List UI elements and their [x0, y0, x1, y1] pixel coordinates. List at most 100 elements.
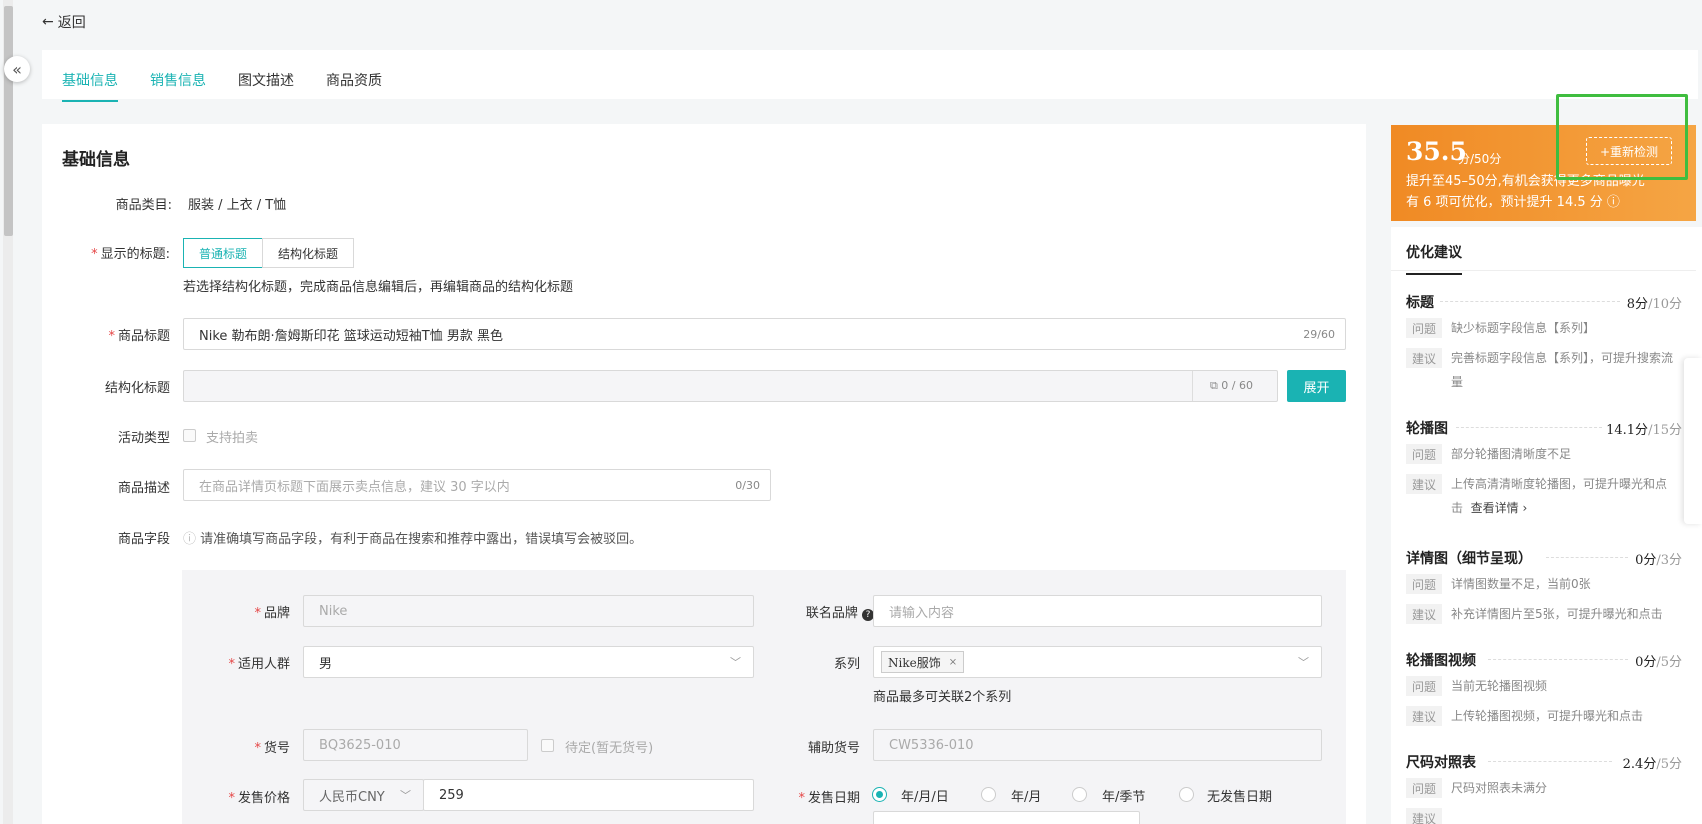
suggestion-advice-detail-images: 补充详情图片至5张，可提升曝光和点击	[1451, 607, 1663, 621]
series-label: 系列	[833, 657, 860, 672]
sku-label: * 货号	[254, 741, 290, 756]
issue-badge: 问题	[1406, 444, 1442, 464]
release-option-season: 年/季节	[1102, 790, 1146, 805]
advice-badge: 建议	[1406, 474, 1442, 494]
suggestion-score-title: 8分/10分	[1626, 297, 1682, 312]
auction-checkbox[interactable]	[183, 429, 196, 442]
tab-bar: 基础信息 销售信息 图文描述 商品资质	[42, 50, 1698, 102]
description-counter: 0/30	[735, 478, 760, 492]
tab-optimization[interactable]: 优化建议	[1406, 242, 1462, 275]
release-option-none: 无发售日期	[1207, 790, 1273, 805]
suggestion-title-title: 标题	[1406, 295, 1434, 311]
sku-pending-checkbox[interactable]	[541, 739, 554, 752]
structured-title-input: ⧉ 0 / 60	[183, 370, 1278, 402]
suggestion-title-detail-images: 详情图（细节呈现）	[1406, 551, 1532, 567]
suggestion-issue-carousel: 部分轮播图清晰度不足	[1451, 447, 1572, 461]
side-flyout-panel[interactable]	[1684, 358, 1702, 524]
auction-option-label: 支持拍卖	[206, 431, 259, 446]
description-placeholder: 在商品详情页标题下面展示卖点信息，建议 30 字以内	[199, 479, 510, 495]
tab-sales-info[interactable]: 销售信息	[150, 70, 206, 90]
section-title: 基础信息	[62, 150, 130, 170]
release-option-ymd: 年/月/日	[901, 790, 949, 805]
release-option-ym: 年/月	[1011, 790, 1042, 805]
suggestion-issue-video: 当前无轮播图视频	[1451, 679, 1548, 693]
info-icon: ⓘ	[183, 532, 201, 547]
divider	[1488, 659, 1628, 660]
suggestion-issue-size-chart: 尺码对照表未满分	[1451, 781, 1548, 795]
expand-button[interactable]: 展开	[1287, 370, 1346, 402]
normal-title-option[interactable]: 普通标题	[183, 238, 263, 268]
back-label: 返回	[57, 15, 86, 31]
series-tag[interactable]: Nike服饰 ×	[881, 651, 965, 673]
suggestion-title-video: 轮播图视频	[1406, 653, 1476, 669]
suggestion-title-carousel: 轮播图	[1406, 421, 1448, 437]
chevron-down-icon: ﹀	[730, 656, 741, 669]
advice-badge: 建议	[1406, 604, 1442, 624]
description-input[interactable]: 在商品详情页标题下面展示卖点信息，建议 30 字以内 0/30	[183, 469, 771, 501]
issue-badge: 问题	[1406, 778, 1442, 798]
description-label: 商品描述	[117, 481, 170, 496]
co-brand-input[interactable]: 请输入内容	[873, 595, 1322, 627]
aux-sku-value: CW5336-010	[889, 737, 974, 753]
fields-notice: ⓘ 请准确填写商品字段，有利于商品在搜索和推荐中露出，错误填写会被驳回。	[183, 532, 643, 547]
help-icon[interactable]: ⓘ	[1607, 195, 1620, 210]
co-brand-placeholder: 请输入内容	[889, 605, 955, 621]
brand-value: Nike	[319, 603, 348, 619]
divider	[1391, 270, 1696, 271]
score-unit: 分/50分	[1458, 152, 1502, 166]
collapse-sidebar-button[interactable]: «	[4, 56, 30, 82]
currency-value: 人民币CNY	[319, 789, 385, 805]
issue-badge: 问题	[1406, 676, 1442, 696]
category-label: 商品类目:	[115, 198, 172, 213]
price-input[interactable]: 259	[423, 779, 754, 811]
audience-select[interactable]: 男 ﹀	[303, 646, 754, 678]
back-link[interactable]: ← 返回	[42, 12, 86, 32]
structured-title-option[interactable]: 结构化标题	[262, 238, 354, 268]
product-title-label: * 商品标题	[108, 329, 170, 344]
fields-label: 商品字段	[117, 532, 170, 547]
sku-input: BQ3625-010	[303, 729, 528, 761]
series-select[interactable]: Nike服饰 × ﹀	[873, 646, 1322, 678]
product-title-input[interactable]: Nike 勒布朗·詹姆斯印花 篮球运动短袖T恤 男款 黑色 29/60	[183, 318, 1346, 350]
close-icon[interactable]: ×	[949, 657, 957, 668]
view-details-link[interactable]: 查看详情 ›	[1471, 501, 1528, 515]
audience-label: * 适用人群	[228, 657, 290, 672]
tab-rich-description[interactable]: 图文描述	[238, 70, 294, 90]
suggestion-title-size-chart: 尺码对照表	[1406, 755, 1476, 771]
suggestion-advice-video: 上传轮播图视频，可提升曝光和点击	[1451, 709, 1644, 723]
structured-title-label: 结构化标题	[104, 381, 170, 396]
issue-badge: 问题	[1406, 574, 1442, 594]
tab-basic-info[interactable]: 基础信息	[62, 70, 118, 102]
suggestion-score-size-chart: 2.4分/5分	[1622, 757, 1682, 772]
series-hint: 商品最多可关联2个系列	[873, 690, 1012, 705]
category-value: 服装 / 上衣 / T恤	[188, 198, 287, 213]
divider	[1488, 761, 1612, 762]
release-radio-none[interactable]	[1179, 787, 1194, 802]
advice-badge: 建议	[1406, 706, 1442, 726]
scrollbar-thumb[interactable]	[4, 6, 13, 236]
suggestion-issue-title: 缺少标题字段信息【系列】	[1451, 321, 1596, 335]
release-date-picker[interactable]	[873, 811, 1140, 824]
chevron-right-icon: ›	[1522, 501, 1528, 515]
product-title-counter: 29/60	[1303, 327, 1335, 341]
co-brand-label: 联名品牌 ?	[760, 602, 874, 621]
advice-badge: 建议	[1406, 808, 1442, 824]
brand-label: * 品牌	[254, 606, 290, 621]
release-radio-season[interactable]	[1072, 787, 1087, 802]
brand-input: Nike	[303, 595, 754, 627]
structured-title-counter: ⧉ 0 / 60	[1209, 379, 1253, 392]
divider	[1546, 557, 1628, 558]
suggestion-advice-carousel: 上传高清清晰度轮播图，可提升曝光和点击 查看详情 ›	[1451, 477, 1668, 515]
arrow-left-icon: ←	[42, 14, 54, 30]
copy-icon: ⧉	[1209, 379, 1222, 392]
chevron-down-icon: ﹀	[400, 789, 411, 802]
release-radio-ymd[interactable]	[872, 787, 887, 802]
title-mode-label: * 显示的标题:	[91, 247, 170, 262]
aux-sku-input: CW5336-010	[873, 729, 1322, 761]
currency-select[interactable]: 人民币CNY ﹀	[303, 779, 424, 811]
release-date-label: * 发售日期	[798, 791, 860, 806]
release-radio-ym[interactable]	[981, 787, 996, 802]
suggestion-score-carousel: 14.1分/15分	[1606, 423, 1682, 438]
sku-pending-label: 待定(暂无货号)	[565, 741, 654, 756]
tab-qualification[interactable]: 商品资质	[326, 70, 382, 90]
